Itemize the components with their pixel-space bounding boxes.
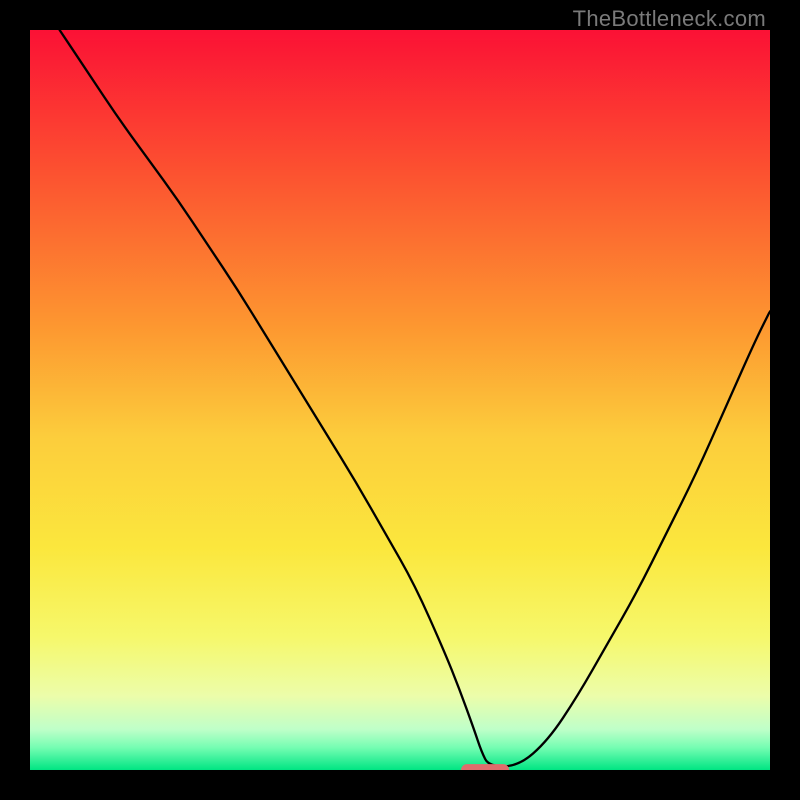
watermark-text: TheBottleneck.com bbox=[573, 6, 766, 32]
chart-frame: TheBottleneck.com bbox=[0, 0, 800, 800]
bottleneck-chart bbox=[30, 30, 770, 770]
minimum-marker bbox=[461, 764, 509, 770]
gradient-background bbox=[30, 30, 770, 770]
plot-area bbox=[30, 30, 770, 770]
